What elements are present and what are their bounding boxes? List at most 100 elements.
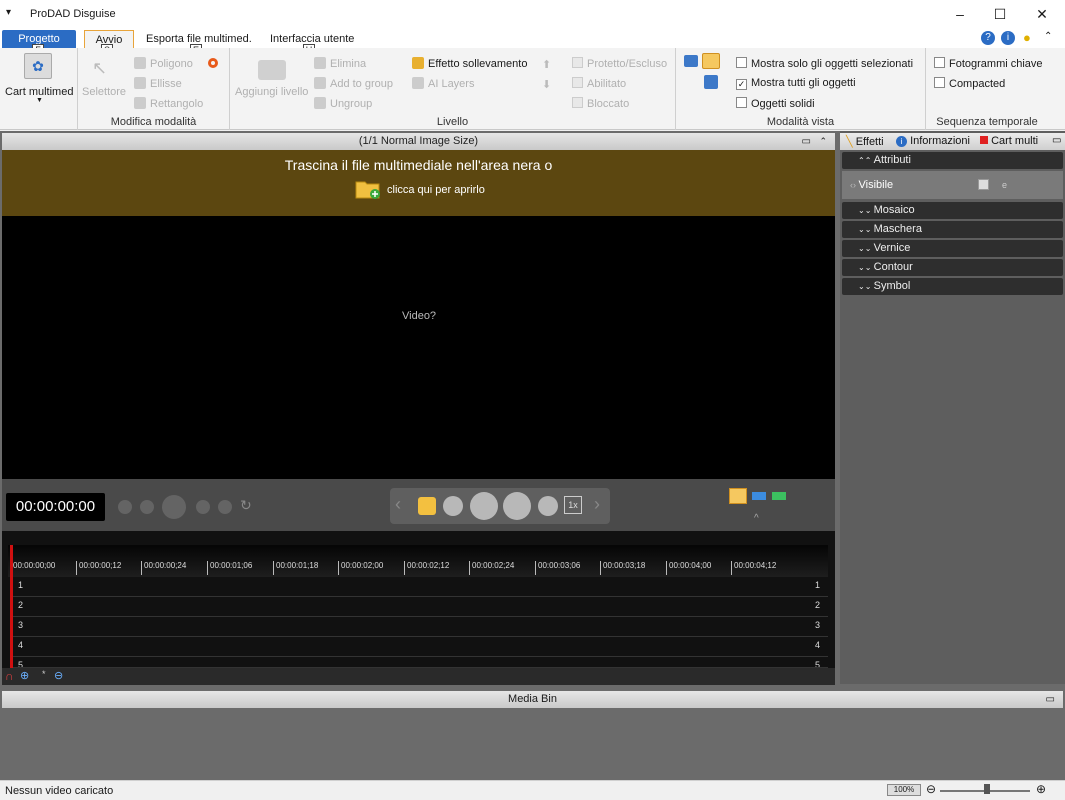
- open-file-link[interactable]: clicca qui per aprirlo: [387, 184, 485, 196]
- monitor-icon[interactable]: [684, 55, 698, 67]
- fast-forward-icon[interactable]: [538, 496, 558, 516]
- abilitato-checkbox[interactable]: Abilitato: [572, 77, 626, 90]
- minimize-button[interactable]: –: [940, 2, 980, 26]
- media-bin-maximize-icon[interactable]: ▭: [1046, 691, 1055, 708]
- monitor-active-icon[interactable]: [702, 53, 720, 69]
- fotogrammi-checkbox[interactable]: Fotogrammi chiave: [934, 57, 1043, 70]
- timeline-ruler[interactable]: 00:00:00;00 00:00:00;12 00:00:00;24 00:0…: [8, 545, 828, 577]
- play-icon[interactable]: [470, 492, 498, 520]
- effetto-sollevamento-button[interactable]: Effetto sollevamento: [412, 57, 527, 70]
- lightbulb-icon[interactable]: ●: [1023, 30, 1031, 45]
- view-mode-icon[interactable]: [704, 75, 718, 89]
- cart-multimed-icon[interactable]: ✿: [24, 53, 52, 79]
- section-maschera[interactable]: ⌄⌄ Maschera: [842, 221, 1063, 238]
- zoom-slider-thumb[interactable]: [984, 784, 990, 794]
- layers-icon[interactable]: [258, 60, 286, 80]
- compacted-label: Compacted: [949, 78, 1006, 90]
- zoom-in-icon[interactable]: ⊕: [20, 669, 29, 682]
- protetto-checkbox[interactable]: Protetto/Escluso: [572, 57, 667, 70]
- caret-up-icon[interactable]: ^: [754, 513, 759, 524]
- skip-start-icon[interactable]: [118, 500, 132, 514]
- oggetti-solidi-label: Oggetti solidi: [751, 98, 815, 110]
- ai-layers-button[interactable]: AI Layers: [412, 77, 474, 90]
- drop-instruction: Trascina il file multimediale nell'area …: [284, 157, 553, 173]
- track-row[interactable]: 11: [10, 577, 828, 597]
- speed-button[interactable]: 1x: [564, 496, 582, 514]
- drop-area[interactable]: Trascina il file multimediale nell'area …: [2, 150, 835, 216]
- track-view-icon[interactable]: [729, 488, 747, 504]
- zoom-minus-icon[interactable]: ⊖: [926, 782, 936, 796]
- tutti-oggetti-checkbox[interactable]: ✓ Mostra tutti gli oggetti: [736, 77, 856, 90]
- move-down-icon[interactable]: ⬇: [542, 78, 551, 91]
- section-contour[interactable]: ⌄⌄ Contour: [842, 259, 1063, 276]
- track-green-icon[interactable]: [772, 492, 786, 500]
- section-attributi[interactable]: ⌃⌃ Attributi: [842, 152, 1063, 169]
- loop-icon[interactable]: ↻: [240, 497, 252, 514]
- oggetti-solidi-checkbox[interactable]: Oggetti solidi: [736, 97, 815, 110]
- move-up-icon[interactable]: ⬆: [542, 58, 551, 71]
- tab-effetti[interactable]: ╲ Effetti: [846, 135, 884, 148]
- add-to-group-button[interactable]: Add to group: [314, 77, 393, 90]
- compacted-checkbox[interactable]: Compacted: [934, 77, 1005, 90]
- section-vernice[interactable]: ⌄⌄ Vernice: [842, 240, 1063, 257]
- group-add-icon: [314, 77, 326, 89]
- tab-cart-label: Cart multi: [991, 135, 1039, 147]
- group-sequenza: Fotogrammi chiave Compacted Sequenza tem…: [926, 48, 1048, 130]
- track-blue-icon[interactable]: [752, 492, 766, 500]
- solo-selezionati-checkbox[interactable]: Mostra solo gli oggetti selezionati: [736, 57, 913, 70]
- rewind-icon[interactable]: [443, 496, 463, 516]
- zoom-out-icon[interactable]: ⊖: [54, 669, 63, 682]
- next-frame-icon[interactable]: [196, 500, 210, 514]
- selector-arrow-icon[interactable]: ↖: [92, 58, 107, 79]
- poligono-button[interactable]: Poligono: [134, 57, 193, 70]
- track-number-right: 2: [814, 600, 820, 610]
- asterisk-icon[interactable]: *: [42, 669, 46, 679]
- zoom-plus-icon[interactable]: ⊕: [1036, 782, 1046, 796]
- section-symbol[interactable]: ⌄⌄ Symbol: [842, 278, 1063, 295]
- maximize-button[interactable]: ☐: [980, 2, 1020, 26]
- section-label: Mosaico: [873, 204, 915, 216]
- elimina-button[interactable]: Elimina: [314, 57, 366, 70]
- chevron-down-icon: ⌄⌄: [858, 244, 874, 253]
- reset-icon[interactable]: e: [1002, 171, 1007, 199]
- skip-end-icon[interactable]: [218, 500, 232, 514]
- track-number: 5: [18, 660, 24, 668]
- selettore-button[interactable]: Selettore: [82, 86, 126, 98]
- folder-open-icon[interactable]: [355, 178, 381, 200]
- aggiungi-livello-button[interactable]: Aggiungi livello: [235, 86, 308, 98]
- record-icon[interactable]: [208, 58, 218, 68]
- chevron-right-icon[interactable]: ›: [594, 494, 600, 515]
- collapse-up-icon[interactable]: ⌃: [819, 133, 827, 150]
- media-bin[interactable]: [2, 708, 1063, 780]
- visibile-checkbox[interactable]: [978, 179, 989, 190]
- magnet-icon[interactable]: ∩: [5, 669, 14, 683]
- camera-icon[interactable]: [418, 497, 436, 515]
- track-row[interactable]: 22: [10, 597, 828, 617]
- ellisse-button[interactable]: Ellisse: [134, 77, 182, 90]
- tab-informazioni[interactable]: i Informazioni: [896, 135, 970, 147]
- section-mosaico[interactable]: ⌄⌄ Mosaico: [842, 202, 1063, 219]
- panel-maximize-icon[interactable]: ▭: [1052, 135, 1061, 146]
- collapse-ribbon-icon[interactable]: ⌃: [1044, 31, 1052, 42]
- bloccato-checkbox[interactable]: Bloccato: [572, 97, 629, 110]
- maximize-panel-icon[interactable]: ▭: [802, 133, 811, 150]
- track-row[interactable]: 55: [10, 657, 828, 668]
- chevron-left-icon[interactable]: ‹: [395, 494, 401, 515]
- pause-icon[interactable]: [503, 492, 531, 520]
- quick-access-menu-icon[interactable]: ▾: [6, 7, 11, 18]
- help-icon[interactable]: ?: [981, 31, 995, 45]
- track-row[interactable]: 44: [10, 637, 828, 657]
- group-livello: Aggiungi livello Elimina Add to group Un…: [230, 48, 676, 130]
- video-preview[interactable]: Video?: [2, 216, 835, 479]
- playhead[interactable]: [10, 545, 13, 675]
- chevron-down-icon[interactable]: ▼: [36, 97, 43, 104]
- prev-frame-icon[interactable]: [140, 500, 154, 514]
- track-row[interactable]: 33: [10, 617, 828, 637]
- tab-cart-multi[interactable]: Cart multi: [980, 135, 1038, 147]
- info-icon[interactable]: i: [1001, 31, 1015, 45]
- rettangolo-button[interactable]: Rettangolo: [134, 97, 203, 110]
- record-button-icon[interactable]: [162, 495, 186, 519]
- visibile-row[interactable]: ‹› Visibile e: [842, 171, 1063, 199]
- ungroup-button[interactable]: Ungroup: [314, 97, 372, 110]
- close-button[interactable]: ✕: [1022, 2, 1062, 26]
